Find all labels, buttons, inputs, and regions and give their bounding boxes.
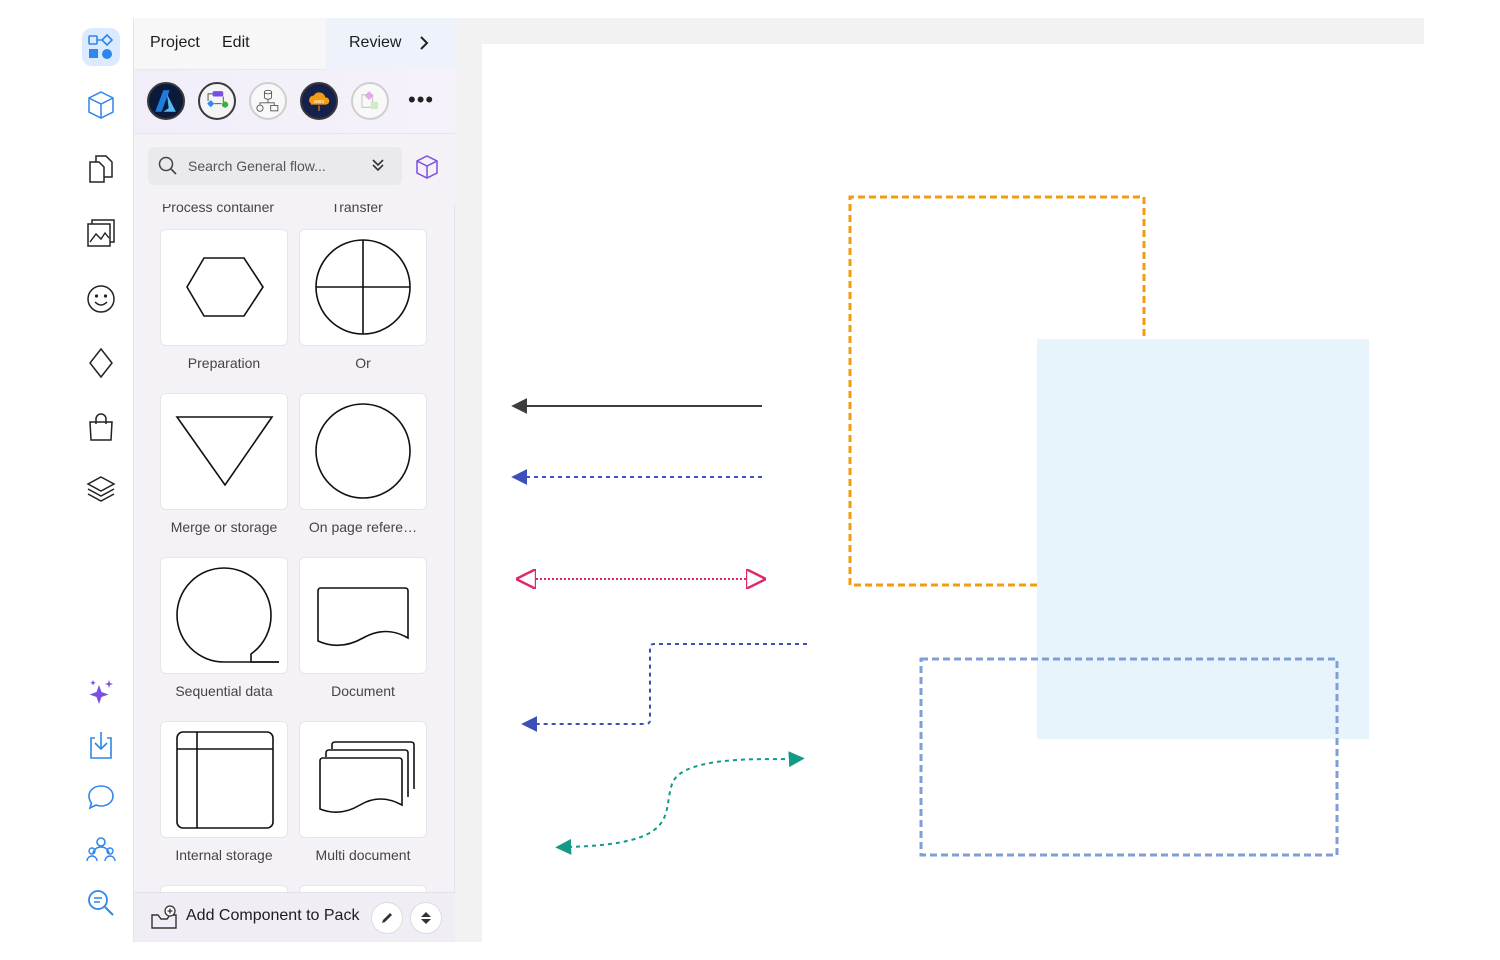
misc-pack-icon[interactable] xyxy=(351,82,389,120)
collaborators-icon[interactable] xyxy=(82,830,120,868)
shape-label-on-page-reference: On page refere… xyxy=(308,519,418,535)
shape-label-sequential-data: Sequential data xyxy=(175,683,273,699)
shape-tile-preparation[interactable] xyxy=(160,229,288,346)
shape-tile-partial[interactable] xyxy=(299,885,427,892)
aws-pack-icon[interactable]: aws xyxy=(300,82,338,120)
azure-pack-icon[interactable] xyxy=(147,82,185,120)
shopping-bag-icon[interactable] xyxy=(82,408,120,446)
shape-grid: Process container Transfer Preparation O… xyxy=(134,204,456,892)
shape-tile-sequential-data[interactable] xyxy=(160,557,288,674)
shape-library-panel: Project Edit Review aws ••• Search Gener… xyxy=(133,18,456,942)
shape-label-process-container: Process container xyxy=(161,204,275,215)
add-component-to-pack-button[interactable]: Add Component to Pack xyxy=(186,907,359,925)
drawing-canvas[interactable] xyxy=(482,44,1424,942)
menu-bar: Project Edit Review xyxy=(134,18,456,70)
comment-icon[interactable] xyxy=(82,778,120,816)
review-label: Review xyxy=(349,34,402,51)
search-icon xyxy=(158,156,177,175)
more-packs-icon[interactable]: ••• xyxy=(408,89,434,111)
left-toolbar xyxy=(70,18,132,942)
edit-pencil-icon[interactable] xyxy=(371,902,403,934)
shape-tile-merge-or-storage[interactable] xyxy=(160,393,288,510)
search-input[interactable] xyxy=(188,155,358,177)
pack-row: aws ••• xyxy=(134,70,456,134)
zoom-search-icon[interactable] xyxy=(82,884,120,922)
cube-icon[interactable] xyxy=(82,86,120,124)
shape-label-transfer: Transfer xyxy=(331,204,383,215)
light-blue-box[interactable] xyxy=(1037,339,1369,739)
shape-search xyxy=(148,147,402,185)
svg-text:aws: aws xyxy=(314,99,325,105)
shape-label-multi-document: Multi document xyxy=(315,847,411,863)
shape-tile-internal-storage[interactable] xyxy=(160,721,288,838)
menu-project[interactable]: Project xyxy=(150,34,200,52)
image-icon[interactable] xyxy=(82,214,120,252)
shape-label-document: Document xyxy=(331,683,395,699)
search-row xyxy=(134,134,456,204)
shape-tile-or[interactable] xyxy=(299,229,427,346)
emoji-icon[interactable] xyxy=(82,280,120,318)
diamond-icon[interactable] xyxy=(82,344,120,382)
shape-tile-multi-document[interactable] xyxy=(299,721,427,838)
shape-label-or: Or xyxy=(355,355,371,371)
shape-tile-partial[interactable] xyxy=(160,885,288,892)
chevron-double-down-icon[interactable] xyxy=(370,157,386,173)
network-pack-icon[interactable] xyxy=(249,82,287,120)
review-button[interactable]: Review xyxy=(326,18,456,70)
shape-label-preparation: Preparation xyxy=(187,355,261,371)
shape-pack-cube-icon[interactable] xyxy=(414,154,440,180)
flowchart-pack-icon[interactable] xyxy=(198,82,236,120)
pages-icon[interactable] xyxy=(82,150,120,188)
import-icon[interactable] xyxy=(82,726,120,764)
canvas-drawing xyxy=(511,195,1369,857)
menu-edit[interactable]: Edit xyxy=(222,34,250,52)
curved-teal-bidirectional-connector[interactable] xyxy=(555,751,805,855)
layers-icon[interactable] xyxy=(82,470,120,508)
shape-label-internal-storage: Internal storage xyxy=(175,847,273,863)
shapes-icon[interactable] xyxy=(82,28,120,66)
add-to-pack-icon[interactable] xyxy=(150,905,178,931)
panel-footer: Add Component to Pack xyxy=(134,892,456,942)
expand-collapse-icon[interactable] xyxy=(410,902,442,934)
shape-tile-document[interactable] xyxy=(299,557,427,674)
shape-tile-on-page-reference[interactable] xyxy=(299,393,427,510)
shape-label-merge-or-storage: Merge or storage xyxy=(170,519,278,535)
chevron-right-icon xyxy=(420,36,429,50)
elbow-dashed-blue-connector[interactable] xyxy=(521,643,807,732)
sparkles-icon[interactable] xyxy=(82,674,120,712)
